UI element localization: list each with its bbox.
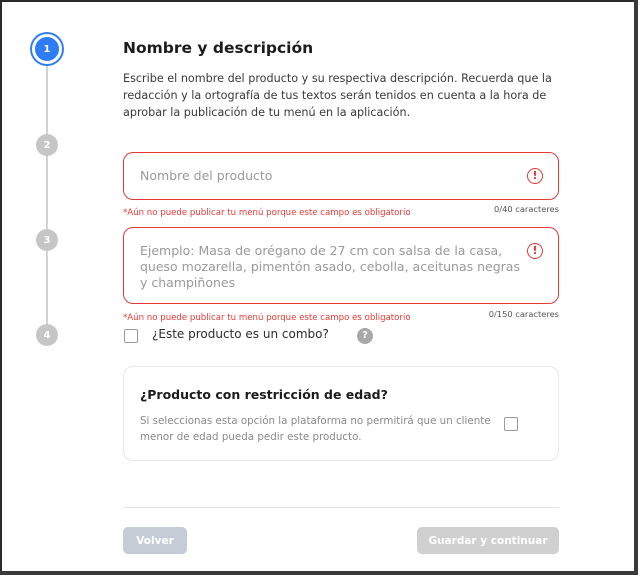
frame-shadow-right [634,0,638,575]
frame-shadow-bottom [0,571,638,575]
product-description-counter: 0/150 caracteres [488,309,559,319]
step-1-number: 1 [43,43,51,55]
age-restriction-checkbox[interactable] [504,417,518,431]
section-title: Nombre y descripción [123,39,314,57]
step-3-indicator[interactable]: 3 [36,229,58,251]
stepper-line [46,50,48,335]
step-2-indicator[interactable]: 2 [36,134,58,156]
step-4-number: 4 [43,329,51,341]
footer-divider [123,507,559,508]
error-icon: ! [527,168,543,184]
product-description-placeholder: Ejemplo: Masa de orégano de 27 cm con sa… [140,243,520,290]
age-restriction-description: Si seleccionas esta opción la plataforma… [140,415,491,443]
combo-label: ¿Este producto es un combo? [152,327,329,341]
product-name-counter: 0/40 caracteres [494,204,559,214]
age-restriction-card: ¿Producto con restricción de edad? Si se… [123,366,559,461]
product-name-error: *Aún no puede publicar tu menú porque es… [123,208,411,218]
save-continue-button[interactable]: Guardar y continuar [417,527,559,554]
product-description-error: *Aún no puede publicar tu menú porque es… [123,313,411,323]
age-restriction-title: ¿Producto con restricción de edad? [140,387,388,402]
step-4-indicator[interactable]: 4 [36,324,58,346]
help-icon[interactable]: ? [357,328,373,344]
product-name-input[interactable]: Nombre del producto ! [123,152,559,200]
step-3-number: 3 [43,234,51,246]
error-icon: ! [527,243,543,259]
step-1-indicator[interactable]: 1 [32,34,62,64]
back-button[interactable]: Volver [123,527,187,554]
section-description: Escribe el nombre del producto y su resp… [123,72,552,119]
combo-checkbox[interactable] [124,329,138,343]
step-2-number: 2 [43,139,51,151]
product-description-textarea[interactable]: Ejemplo: Masa de orégano de 27 cm con sa… [123,227,559,304]
product-name-placeholder: Nombre del producto [140,168,273,183]
